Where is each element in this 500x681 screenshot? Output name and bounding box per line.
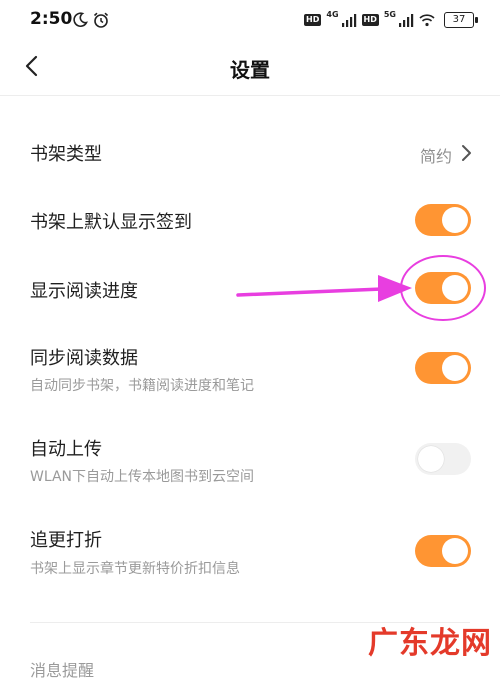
toggle-knob	[442, 207, 468, 233]
section-header-notifications: 消息提醒	[30, 661, 95, 680]
status-bar: 2:50 HD 4G HD 5G 37	[0, 0, 500, 40]
toggle-knob	[418, 446, 444, 472]
setting-auto-upload: 自动上传 WLAN下自动上传本地图书到云空间	[0, 432, 500, 492]
setting-show-signin: 书架上默认显示签到	[0, 200, 500, 240]
nav-bar: 设置	[0, 40, 500, 96]
signal-icon	[341, 14, 356, 27]
signal-icon-2	[399, 14, 414, 27]
hd-badge: HD	[304, 14, 322, 26]
hd-badge-2: HD	[361, 14, 379, 26]
toggle-sync-data[interactable]	[415, 352, 471, 384]
toggle-discount[interactable]	[415, 535, 471, 567]
setting-shelf-type[interactable]: 书架类型 简约	[0, 130, 500, 176]
status-indicators: HD 4G HD 5G 37	[304, 9, 478, 30]
alarm-icon	[93, 12, 109, 28]
battery-icon: 37	[444, 12, 478, 28]
setting-auto-upload-label: 自动上传	[30, 439, 102, 460]
setting-sync-data-desc: 自动同步书架，书籍阅读进度和笔记	[30, 378, 254, 394]
setting-auto-upload-desc: WLAN下自动上传本地图书到云空间	[30, 469, 255, 485]
toggle-knob	[442, 355, 468, 381]
page-title: 设置	[230, 58, 270, 82]
setting-show-progress-label: 显示阅读进度	[30, 281, 138, 302]
toggle-auto-upload[interactable]	[415, 443, 471, 475]
setting-discount-label: 追更打折	[30, 530, 102, 551]
toggle-show-progress[interactable]	[415, 272, 471, 304]
battery-level: 37	[452, 14, 466, 25]
chevron-right-icon	[462, 145, 471, 161]
setting-sync-data: 同步阅读数据 自动同步书架，书籍阅读进度和笔记	[0, 340, 500, 400]
watermark-logo: 广东龙网	[368, 626, 492, 661]
network-4g-label: 4G	[326, 9, 339, 19]
setting-shelf-type-label: 书架类型	[30, 144, 102, 165]
toggle-knob	[442, 275, 468, 301]
setting-shelf-type-value: 简约	[419, 147, 452, 166]
status-time: 2:50	[30, 9, 73, 29]
toggle-show-signin[interactable]	[415, 204, 471, 236]
moon-icon	[73, 12, 88, 27]
network-5g-label: 5G	[383, 9, 396, 19]
setting-discount-desc: 书架上显示章节更新特价折扣信息	[30, 561, 240, 577]
toggle-knob	[442, 538, 468, 564]
setting-discount: 追更打折 书架上显示章节更新特价折扣信息	[0, 523, 500, 583]
setting-sync-data-label: 同步阅读数据	[30, 348, 138, 369]
setting-show-progress: 显示阅读进度	[0, 268, 500, 308]
wifi-icon	[419, 14, 435, 27]
setting-show-signin-label: 书架上默认显示签到	[30, 212, 192, 233]
